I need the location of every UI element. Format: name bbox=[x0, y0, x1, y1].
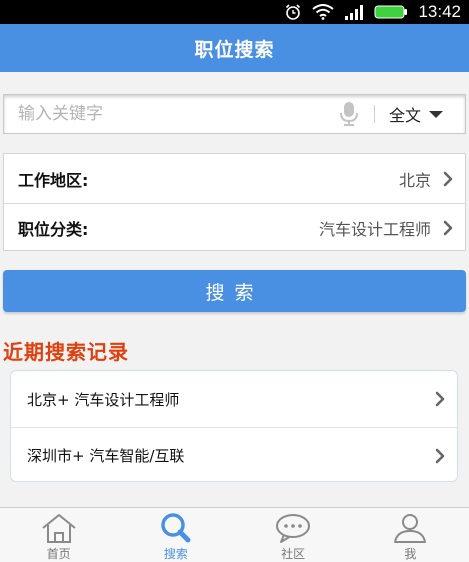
filter-row-location[interactable]: 工作地区: 北京 bbox=[4, 154, 465, 203]
list-item[interactable]: 深圳市+ 汽车智能/互联 bbox=[11, 427, 457, 483]
search-scope-label: 全文 bbox=[388, 106, 421, 125]
status-icons: 13:42 bbox=[284, 0, 461, 24]
filter-label: 工作地区: bbox=[18, 170, 89, 190]
microphone-icon[interactable] bbox=[338, 101, 360, 127]
search-bar: 全文 bbox=[3, 94, 466, 134]
tab-label: 我 bbox=[404, 547, 417, 561]
tab-search[interactable]: 搜索 bbox=[117, 508, 234, 562]
bottom-tab-bar: 首页 搜索 社区 我 bbox=[0, 507, 469, 562]
search-button[interactable]: 搜索 bbox=[3, 270, 466, 312]
recent-searches-title: 近期搜索记录 bbox=[3, 340, 129, 364]
filter-value: 汽车设计工程师 bbox=[318, 220, 431, 239]
tab-label: 社区 bbox=[281, 547, 306, 561]
alarm-clock-icon bbox=[286, 4, 301, 20]
search-divider bbox=[373, 105, 375, 123]
tab-label: 首页 bbox=[46, 547, 71, 561]
chevron-right-icon bbox=[435, 391, 445, 407]
tab-me[interactable]: 我 bbox=[352, 508, 469, 562]
filter-label: 职位分类: bbox=[18, 220, 89, 239]
status-time: 13:42 bbox=[418, 2, 461, 21]
page-title: 职位搜索 bbox=[194, 38, 275, 61]
list-item[interactable]: 北京+ 汽车设计工程师 bbox=[11, 371, 457, 427]
search-scope-dropdown[interactable]: 全文 bbox=[389, 102, 443, 126]
recent-search-text: 深圳市+ 汽车智能/互联 bbox=[27, 447, 185, 465]
wifi-icon bbox=[312, 4, 335, 20]
filter-value: 北京 bbox=[398, 170, 431, 190]
caret-down-icon bbox=[429, 110, 443, 118]
recent-search-text: 北京+ 汽车设计工程师 bbox=[27, 390, 180, 409]
chevron-right-icon bbox=[443, 171, 453, 186]
tab-label: 搜索 bbox=[163, 547, 188, 561]
tab-community[interactable]: 社区 bbox=[235, 508, 352, 562]
chevron-right-icon bbox=[443, 220, 453, 236]
status-bar: 13:42 bbox=[0, 0, 469, 24]
search-icon bbox=[161, 513, 191, 543]
recent-searches-list: 北京+ 汽车设计工程师 深圳市+ 汽车智能/互联 bbox=[10, 370, 458, 482]
title-bar: 职位搜索 bbox=[0, 24, 469, 72]
filter-row-category[interactable]: 职位分类: 汽车设计工程师 bbox=[4, 203, 465, 252]
chat-bubble-icon bbox=[276, 514, 311, 543]
user-icon bbox=[394, 514, 427, 543]
cellular-signal-icon bbox=[345, 5, 364, 20]
battery-icon bbox=[374, 5, 408, 19]
home-icon bbox=[41, 514, 76, 543]
tab-home[interactable]: 首页 bbox=[0, 508, 117, 562]
chevron-right-icon bbox=[435, 448, 445, 463]
search-input[interactable] bbox=[4, 95, 338, 133]
filter-panel: 工作地区: 北京 职位分类: 汽车设计工程师 bbox=[3, 153, 466, 251]
